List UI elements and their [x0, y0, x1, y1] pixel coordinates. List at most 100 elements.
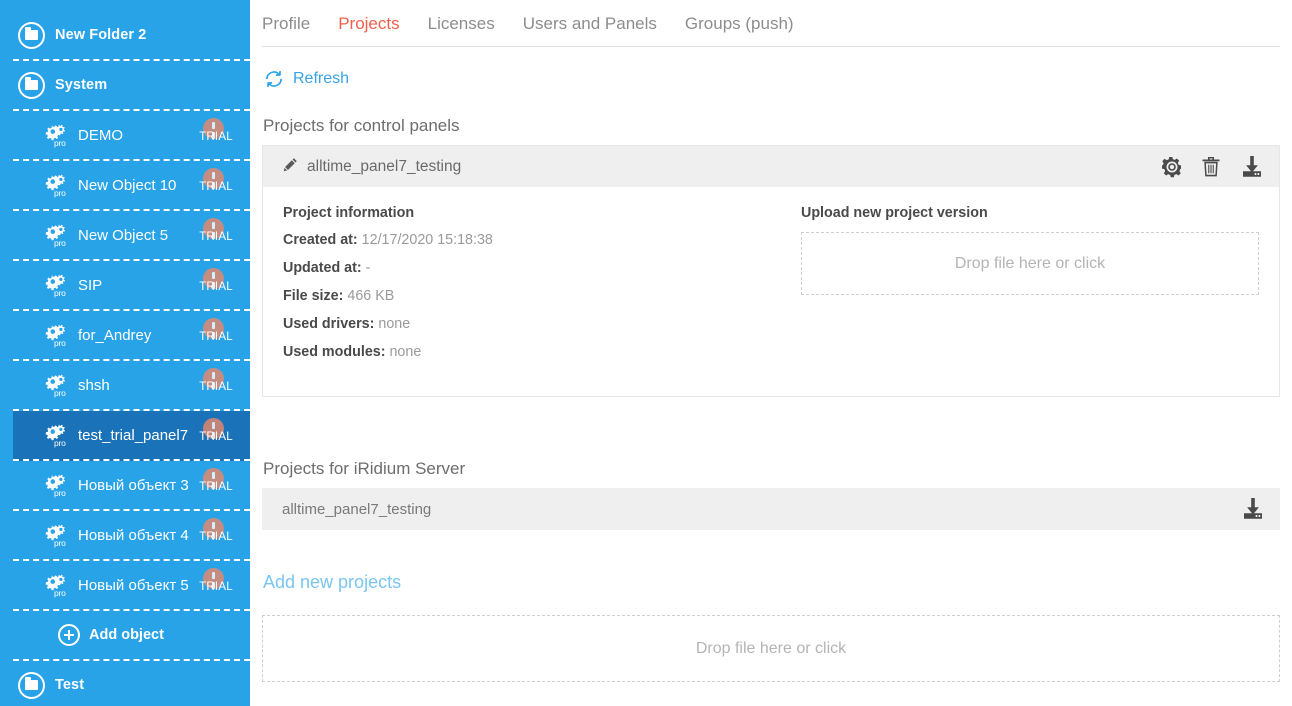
- upload-title: Upload new project version: [801, 205, 1259, 221]
- sidebar-item-новый-объект-3[interactable]: proНовый объект 3TRIAL: [13, 461, 250, 511]
- folder-icon: [18, 22, 45, 49]
- project-information-list: Created at: 12/17/2020 15:18:38Updated a…: [283, 232, 783, 360]
- gear-pro-icon: pro: [45, 524, 71, 546]
- trash-icon[interactable]: [1200, 155, 1222, 179]
- folder-icon: [18, 72, 45, 99]
- tab-bar: Profile Projects Licenses Users and Panels G…: [262, 0, 1280, 47]
- project-info-label: Used modules:: [283, 344, 385, 360]
- project-information-column: Project information Created at: 12/17/20…: [283, 205, 783, 372]
- sidebar-item-label: SIP: [78, 277, 102, 294]
- gear-pro-icon: pro: [45, 374, 71, 396]
- project-info-row: Created at: 12/17/2020 15:18:38: [283, 232, 783, 248]
- status-badge: TRIAL: [194, 268, 238, 302]
- sidebar-item-label: test_trial_panel7: [78, 427, 188, 444]
- sidebar-item-новый-объект-5[interactable]: pro Новый объект 5 TRIAL: [13, 561, 250, 611]
- project-info-row: File size: 466 KB: [283, 288, 783, 304]
- upload-dropzone-placeholder: Drop file here or click: [955, 255, 1105, 273]
- project-info-label: Created at:: [283, 232, 358, 248]
- project-info-value: -: [366, 260, 371, 276]
- sidebar-item-label: Новый объект 5: [78, 577, 189, 594]
- tab-projects[interactable]: Projects: [338, 14, 413, 34]
- gear-pro-icon: pro: [45, 224, 71, 246]
- project-card-body-wrap: Project information Created at: 12/17/20…: [262, 187, 1280, 397]
- upload-dropzone[interactable]: Drop file here or click: [801, 232, 1259, 295]
- project-information-title: Project information: [283, 205, 783, 221]
- tab-profile[interactable]: Profile: [262, 14, 324, 34]
- sidebar-item-новый-объект-4[interactable]: pro Новый объект 4 TRIAL: [13, 511, 250, 561]
- download-icon[interactable]: [1239, 496, 1267, 522]
- status-badge: TRIAL: [194, 318, 238, 352]
- sidebar-item-label: shsh: [78, 377, 110, 394]
- pencil-icon[interactable]: [283, 157, 298, 177]
- sidebar-item-label: System: [55, 77, 107, 93]
- project-info-value: none: [389, 344, 421, 360]
- sidebar-item-label: Новый объект 3: [78, 477, 189, 494]
- sidebar-item-label: Add object: [89, 627, 164, 643]
- project-card-header: alltime_panel7_testing: [262, 145, 1280, 187]
- gear-icon[interactable]: [1160, 155, 1184, 179]
- sidebar-item-shsh[interactable]: proshsh TRIAL: [13, 361, 250, 411]
- project-name: alltime_panel7_testing: [307, 158, 1160, 176]
- sidebar-item-new-folder-2[interactable]: New Folder 2: [13, 11, 250, 61]
- sidebar-item-new-object-10[interactable]: pro New Object 10 TRIAL: [13, 161, 250, 211]
- gear-pro-icon: pro: [45, 574, 71, 596]
- tab-groups-push[interactable]: Groups (push): [685, 14, 808, 34]
- add-new-dropzone-placeholder: Drop file here or click: [696, 640, 846, 658]
- project-info-value: 12/17/2020 15:18:38: [362, 232, 493, 248]
- sidebar: New Folder 2 System pro DEMO TRIAL pro New Obj…: [0, 0, 250, 706]
- status-badge: TRIAL: [194, 518, 238, 552]
- control-panel-project-card: alltime_panel7_testing: [262, 145, 1280, 397]
- upload-column: Upload new project version Drop file her…: [783, 205, 1259, 372]
- project-info-row: Used modules: none: [283, 344, 783, 360]
- sidebar-item-for-andrey[interactable]: pro for_Andrey TRIAL: [13, 311, 250, 361]
- add-new-projects-link[interactable]: Add new projects: [263, 572, 401, 593]
- status-badge: TRIAL: [194, 568, 238, 602]
- plus-circle-icon: [58, 624, 80, 646]
- gear-pro-icon: pro: [45, 424, 71, 446]
- sidebar-item-label: DEMO: [78, 127, 123, 144]
- sidebar-item-label: New Object 5: [78, 227, 168, 244]
- gear-pro-icon: pro: [45, 274, 71, 296]
- status-badge: TRIAL: [194, 468, 238, 502]
- tab-users-and-panels[interactable]: Users and Panels: [523, 14, 671, 34]
- gear-pro-icon: pro: [45, 324, 71, 346]
- sidebar-list: New Folder 2 System pro DEMO TRIAL pro New Obj…: [13, 11, 250, 706]
- status-badge: TRIAL: [194, 118, 238, 152]
- project-info-label: Updated at:: [283, 260, 362, 276]
- app-root: New Folder 2 System pro DEMO TRIAL pro New Obj…: [0, 0, 1292, 706]
- sidebar-item-sip[interactable]: pro SIP TRIAL: [13, 261, 250, 311]
- project-actions: [1160, 154, 1266, 180]
- main-content: Profile Projects Licenses Users and Panels G…: [250, 0, 1292, 706]
- gear-pro-icon: pro: [45, 174, 71, 196]
- sidebar-item-demo[interactable]: pro DEMO TRIAL: [13, 111, 250, 161]
- sidebar-item-system[interactable]: System: [13, 61, 250, 111]
- gear-pro-icon: pro: [45, 124, 71, 146]
- project-info-label: File size:: [283, 288, 343, 304]
- server-section-title: Projects for iRidium Server: [263, 459, 1280, 479]
- download-icon[interactable]: [1238, 154, 1266, 180]
- project-card-body: Project information Created at: 12/17/20…: [263, 187, 1279, 396]
- add-new-projects-dropzone[interactable]: Drop file here or click: [262, 615, 1280, 682]
- refresh-icon: [264, 69, 284, 89]
- sidebar-item-new-object-5[interactable]: pro New Object 5 TRIAL: [13, 211, 250, 261]
- refresh-label: Refresh: [293, 70, 349, 88]
- sidebar-item-test[interactable]: Test: [13, 661, 250, 706]
- project-info-row: Updated at: -: [283, 260, 783, 276]
- sidebar-item-test-trial-panel7[interactable]: pro test_trial_panel7 TRIAL: [13, 411, 250, 461]
- server-project-row: alltime_panel7_testing: [262, 488, 1280, 530]
- sidebar-item-label: New Folder 2: [55, 27, 146, 43]
- tab-licenses[interactable]: Licenses: [428, 14, 509, 34]
- folder-icon: [18, 672, 45, 699]
- server-project-name: alltime_panel7_testing: [282, 501, 1239, 518]
- project-info-row: Used drivers: none: [283, 316, 783, 332]
- status-badge: TRIAL: [194, 418, 238, 452]
- refresh-button[interactable]: Refresh: [262, 47, 349, 89]
- status-badge: TRIAL: [194, 368, 238, 402]
- sidebar-item-add-object[interactable]: Add object: [13, 611, 250, 661]
- sidebar-item-label: New Object 10: [78, 177, 176, 194]
- status-badge: TRIAL: [194, 168, 238, 202]
- project-info-value: 466 KB: [347, 288, 394, 304]
- status-badge: TRIAL: [194, 218, 238, 252]
- sidebar-item-label: Новый объект 4: [78, 527, 189, 544]
- sidebar-item-label: for_Andrey: [78, 327, 151, 344]
